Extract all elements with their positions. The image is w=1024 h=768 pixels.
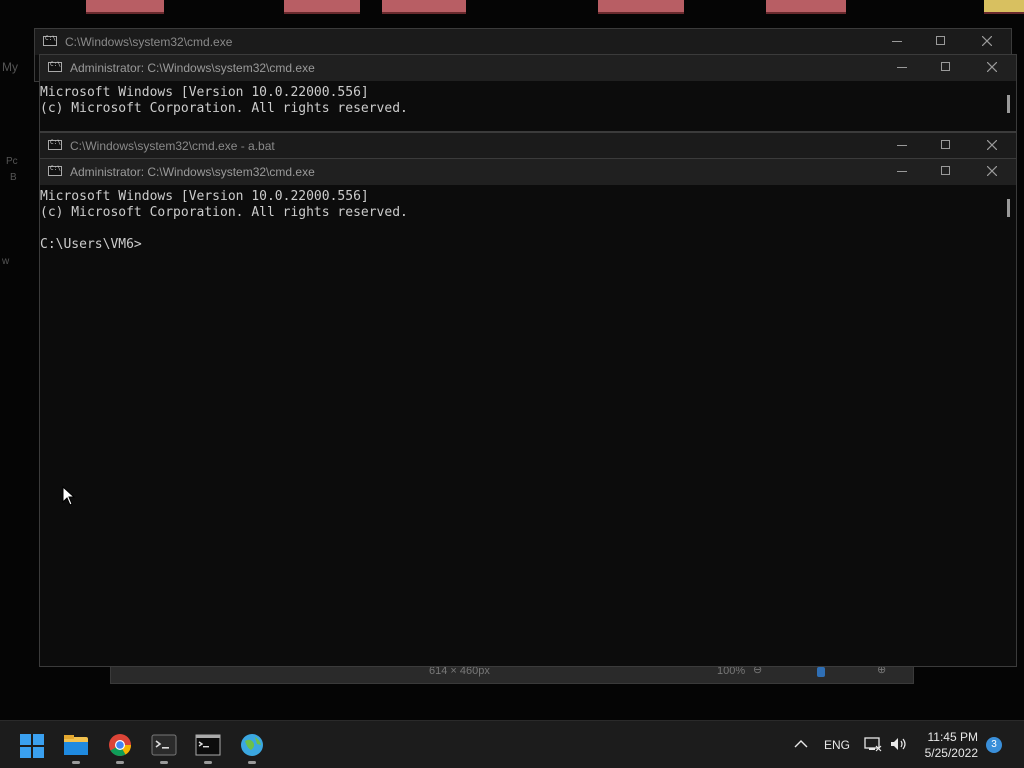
desktop-tab-artifact bbox=[984, 0, 1024, 14]
running-indicator bbox=[72, 761, 80, 764]
running-indicator bbox=[204, 761, 212, 764]
window-titlebar[interactable]: Administrator: C:\Windows\system32\cmd.e… bbox=[40, 55, 1016, 81]
terminal-icon bbox=[151, 734, 177, 756]
cmd-icon bbox=[48, 139, 62, 150]
file-explorer-icon bbox=[64, 735, 88, 755]
clock-date: 5/25/2022 bbox=[924, 746, 978, 760]
scrollbar[interactable] bbox=[1000, 81, 1016, 131]
language-indicator[interactable]: ENG bbox=[824, 738, 850, 752]
desktop-icon-label: B bbox=[10, 172, 17, 183]
cmd-icon bbox=[48, 61, 62, 72]
window-title: C:\Windows\system32\cmd.exe - a.bat bbox=[70, 139, 275, 153]
close-button[interactable] bbox=[977, 32, 997, 50]
close-button[interactable] bbox=[982, 162, 1002, 180]
desktop-tab-artifact bbox=[598, 0, 684, 14]
taskbar-network-app[interactable] bbox=[236, 729, 268, 764]
chevron-up-icon[interactable] bbox=[794, 739, 808, 749]
network-icon[interactable] bbox=[864, 736, 882, 752]
taskbar-chrome[interactable] bbox=[104, 729, 136, 764]
command-prompt[interactable]: C:\Users\VM6> bbox=[40, 237, 1000, 253]
cmd-window-admin-active[interactable]: Administrator: C:\Windows\system32\cmd.e… bbox=[39, 158, 1017, 667]
system-clock[interactable]: 11:45 PM 5/25/2022 bbox=[925, 729, 978, 761]
taskbar: ENG 11:45 PM 5/25/2022 3 bbox=[0, 720, 1024, 768]
console-output[interactable]: Microsoft Windows [Version 10.0.22000.55… bbox=[40, 81, 1000, 131]
maximize-button[interactable] bbox=[936, 162, 956, 180]
desktop-tab-artifact bbox=[766, 0, 846, 14]
window-title: C:\Windows\system32\cmd.exe bbox=[65, 35, 233, 49]
close-button[interactable] bbox=[982, 58, 1002, 76]
cmd-icon bbox=[195, 734, 221, 756]
scrollbar-thumb[interactable] bbox=[1007, 199, 1010, 217]
scrollbar[interactable] bbox=[1000, 185, 1016, 666]
console-line: (c) Microsoft Corporation. All rights re… bbox=[40, 101, 408, 116]
mouse-cursor-icon bbox=[62, 486, 76, 506]
minimize-button[interactable] bbox=[892, 136, 912, 154]
running-indicator bbox=[160, 761, 168, 764]
maximize-button[interactable] bbox=[936, 136, 956, 154]
desktop-icon-label: My bbox=[2, 60, 18, 74]
window-titlebar[interactable]: Administrator: C:\Windows\system32\cmd.e… bbox=[40, 159, 1016, 185]
desktop-icon-label: Pc bbox=[6, 156, 18, 167]
cmd-icon bbox=[43, 35, 57, 46]
maximize-button[interactable] bbox=[936, 58, 956, 76]
window-title: Administrator: C:\Windows\system32\cmd.e… bbox=[70, 165, 315, 179]
clock-time: 11:45 PM bbox=[927, 730, 978, 744]
cmd-icon bbox=[48, 165, 62, 176]
desktop-icon-label: w bbox=[2, 256, 10, 267]
window-titlebar[interactable]: C:\Windows\system32\cmd.exe bbox=[35, 29, 1011, 55]
desktop-tab-artifact bbox=[382, 0, 466, 14]
minimize-button[interactable] bbox=[892, 162, 912, 180]
window-titlebar[interactable]: C:\Windows\system32\cmd.exe - a.bat bbox=[40, 133, 1016, 159]
start-icon bbox=[20, 734, 44, 758]
running-indicator bbox=[248, 761, 256, 764]
zoom-slider[interactable] bbox=[817, 667, 825, 677]
scrollbar-thumb[interactable] bbox=[1007, 95, 1010, 113]
running-indicator bbox=[116, 761, 124, 764]
console-line: (c) Microsoft Corporation. All rights re… bbox=[40, 205, 408, 220]
volume-icon[interactable] bbox=[890, 736, 908, 752]
close-button[interactable] bbox=[982, 136, 1002, 154]
console-line: Microsoft Windows [Version 10.0.22000.55… bbox=[40, 85, 369, 100]
cmd-window-admin[interactable]: Administrator: C:\Windows\system32\cmd.e… bbox=[39, 54, 1017, 132]
console-output[interactable]: Microsoft Windows [Version 10.0.22000.55… bbox=[40, 185, 1000, 666]
taskbar-terminal[interactable] bbox=[148, 729, 180, 764]
desktop-tab-artifact bbox=[86, 0, 164, 14]
maximize-button[interactable] bbox=[931, 32, 951, 50]
start-button[interactable] bbox=[16, 729, 48, 761]
minimize-button[interactable] bbox=[887, 32, 907, 50]
minimize-button[interactable] bbox=[892, 58, 912, 76]
taskbar-cmd[interactable] bbox=[192, 729, 224, 764]
network-globe-icon bbox=[241, 734, 263, 756]
window-title: Administrator: C:\Windows\system32\cmd.e… bbox=[70, 61, 315, 75]
notification-badge[interactable]: 3 bbox=[986, 737, 1002, 753]
console-line: Microsoft Windows [Version 10.0.22000.55… bbox=[40, 189, 369, 204]
chrome-icon bbox=[109, 734, 131, 756]
desktop-tab-artifact bbox=[284, 0, 360, 14]
taskbar-file-explorer[interactable] bbox=[60, 729, 92, 764]
